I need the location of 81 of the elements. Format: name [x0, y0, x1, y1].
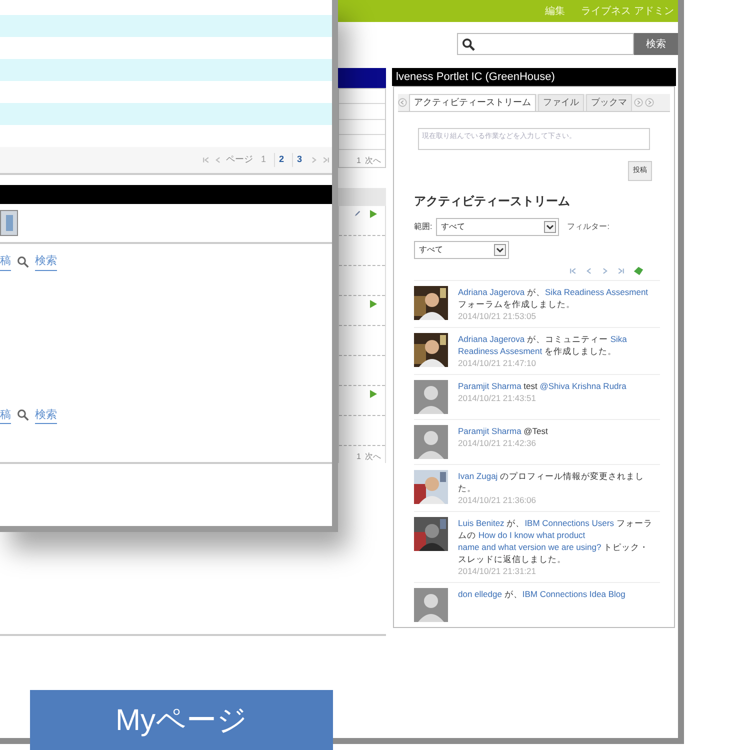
activity-link[interactable]: Ivan Zugaj [458, 471, 498, 481]
search-link[interactable]: 検索 [35, 253, 57, 270]
timestamp: 2014/10/21 21:36:06 [458, 494, 537, 506]
activity-link[interactable]: Assesment [606, 287, 648, 297]
avatar-icon [414, 380, 448, 414]
page-link[interactable]: 2 [274, 153, 288, 167]
activity-link[interactable]: Adriana Jagerova [458, 287, 525, 297]
search-icon[interactable] [17, 256, 29, 268]
dropdown-icon [494, 244, 506, 256]
activity-link[interactable]: @Shiva Krishna Rudra [540, 381, 626, 391]
first-page-icon[interactable] [569, 266, 577, 274]
last-page-icon[interactable] [617, 266, 625, 274]
search-icon[interactable] [17, 409, 29, 422]
filter-select[interactable]: すべて [414, 241, 509, 259]
activity-link[interactable]: IBM Connections Users [524, 518, 614, 528]
scroll-left-icon[interactable] [398, 98, 407, 107]
next-link[interactable]: 次へ [365, 451, 381, 463]
next-page-icon[interactable] [601, 266, 609, 274]
select-value: すべて [419, 244, 443, 256]
activity-link[interactable]: Paramjit Sharma [458, 426, 522, 436]
search-field[interactable] [457, 33, 634, 55]
page-link[interactable]: 1 [256, 153, 270, 167]
scope-label: 範囲: [414, 221, 432, 233]
tab[interactable]: アクティビティーストリーム [409, 94, 536, 111]
select-value: すべて [441, 221, 466, 233]
activity-link[interactable]: Luis Benitez [458, 518, 504, 528]
activity-link[interactable]: don elledge [458, 589, 502, 599]
tab[interactable]: ファイル [538, 94, 584, 111]
timestamp: 2014/10/21 21:53:05 [458, 310, 537, 322]
activity-text: Luis Benitez が、IBM Connections Users フォーラムの How do I know what product name and what version we are using? トピック・スレッドに返信しました。 [458, 517, 654, 565]
search-icon [462, 38, 475, 50]
timestamp: 2014/10/21 21:43:51 [458, 392, 537, 404]
search-link[interactable]: 検索 [35, 406, 57, 424]
leaf-icon[interactable] [633, 265, 644, 276]
avatar-icon [414, 425, 448, 459]
tab[interactable]: ブックマ [586, 94, 632, 111]
activity-text: Paramjit Sharma test @Shiva Krishna Rudra [458, 380, 628, 392]
avatar-icon [414, 588, 448, 622]
activity-text: Adriana Jagerova が、Sika Readiness Assesment フォーラムを作成しました。 [458, 286, 650, 310]
timestamp: 2014/10/21 21:47:10 [458, 357, 537, 369]
activity-text: Paramjit Sharma @Test [458, 425, 549, 437]
scope-select[interactable]: すべて [436, 218, 560, 236]
page-number[interactable]: 1 [356, 451, 361, 463]
pencil-icon[interactable] [354, 210, 361, 217]
play-icon[interactable] [369, 210, 377, 218]
play-icon[interactable] [369, 390, 377, 398]
dropdown-icon [544, 221, 556, 233]
activity-link[interactable]: IBM Connections Idea Blog [522, 589, 626, 599]
activity-link[interactable]: name and what version we are using? [458, 542, 602, 552]
caption-text: Myページ [116, 702, 248, 738]
next-link[interactable]: 次へ [365, 155, 381, 167]
timestamp: 2014/10/21 21:42:36 [458, 437, 537, 449]
section-heading: アクティビティーストリーム [414, 193, 571, 210]
next-page-icon[interactable] [310, 156, 318, 164]
portlet-title: lveness Portlet IC (GreenHouse) [392, 68, 676, 86]
scroll-right-icon[interactable] [634, 98, 643, 107]
activity-link[interactable]: Readiness Assesment [458, 346, 542, 356]
activity-link[interactable]: Sika Readiness [545, 287, 604, 297]
page-label: ページ [226, 153, 253, 166]
first-page-icon[interactable] [202, 156, 210, 164]
last-page-icon[interactable] [322, 156, 330, 164]
search-button[interactable]: 検索 [634, 33, 678, 55]
activity-link[interactable]: Sika [610, 334, 627, 344]
page-link[interactable]: 3 [292, 153, 306, 167]
post-link[interactable]: 稿 [0, 406, 11, 424]
activity-link[interactable]: Adriana Jagerova [458, 334, 525, 344]
activity-text: Adriana Jagerova が、コミュニティー Sika Readiness Assesment を作成しました。 [458, 333, 628, 357]
activity-text: Ivan Zugaj のプロフィール情報が変更されました。 [458, 470, 646, 494]
filter-label: フィルター: [567, 221, 610, 233]
activity-text: don elledge が、IBM Connections Idea Blog [458, 588, 626, 600]
page-number[interactable]: 1 [356, 155, 361, 167]
toolbar-icon[interactable] [0, 210, 18, 236]
timestamp: 2014/10/21 21:31:21 [458, 565, 537, 577]
previous-page-icon[interactable] [585, 266, 593, 274]
previous-page-icon[interactable] [214, 156, 222, 164]
panel-header [338, 68, 386, 88]
activity-link[interactable]: Paramjit Sharma [458, 381, 522, 391]
scroll-right-icon[interactable] [645, 98, 654, 107]
activity-link[interactable]: How do I know what product [478, 530, 586, 540]
post-link[interactable]: 稿 [0, 253, 11, 270]
play-icon[interactable] [369, 300, 377, 308]
